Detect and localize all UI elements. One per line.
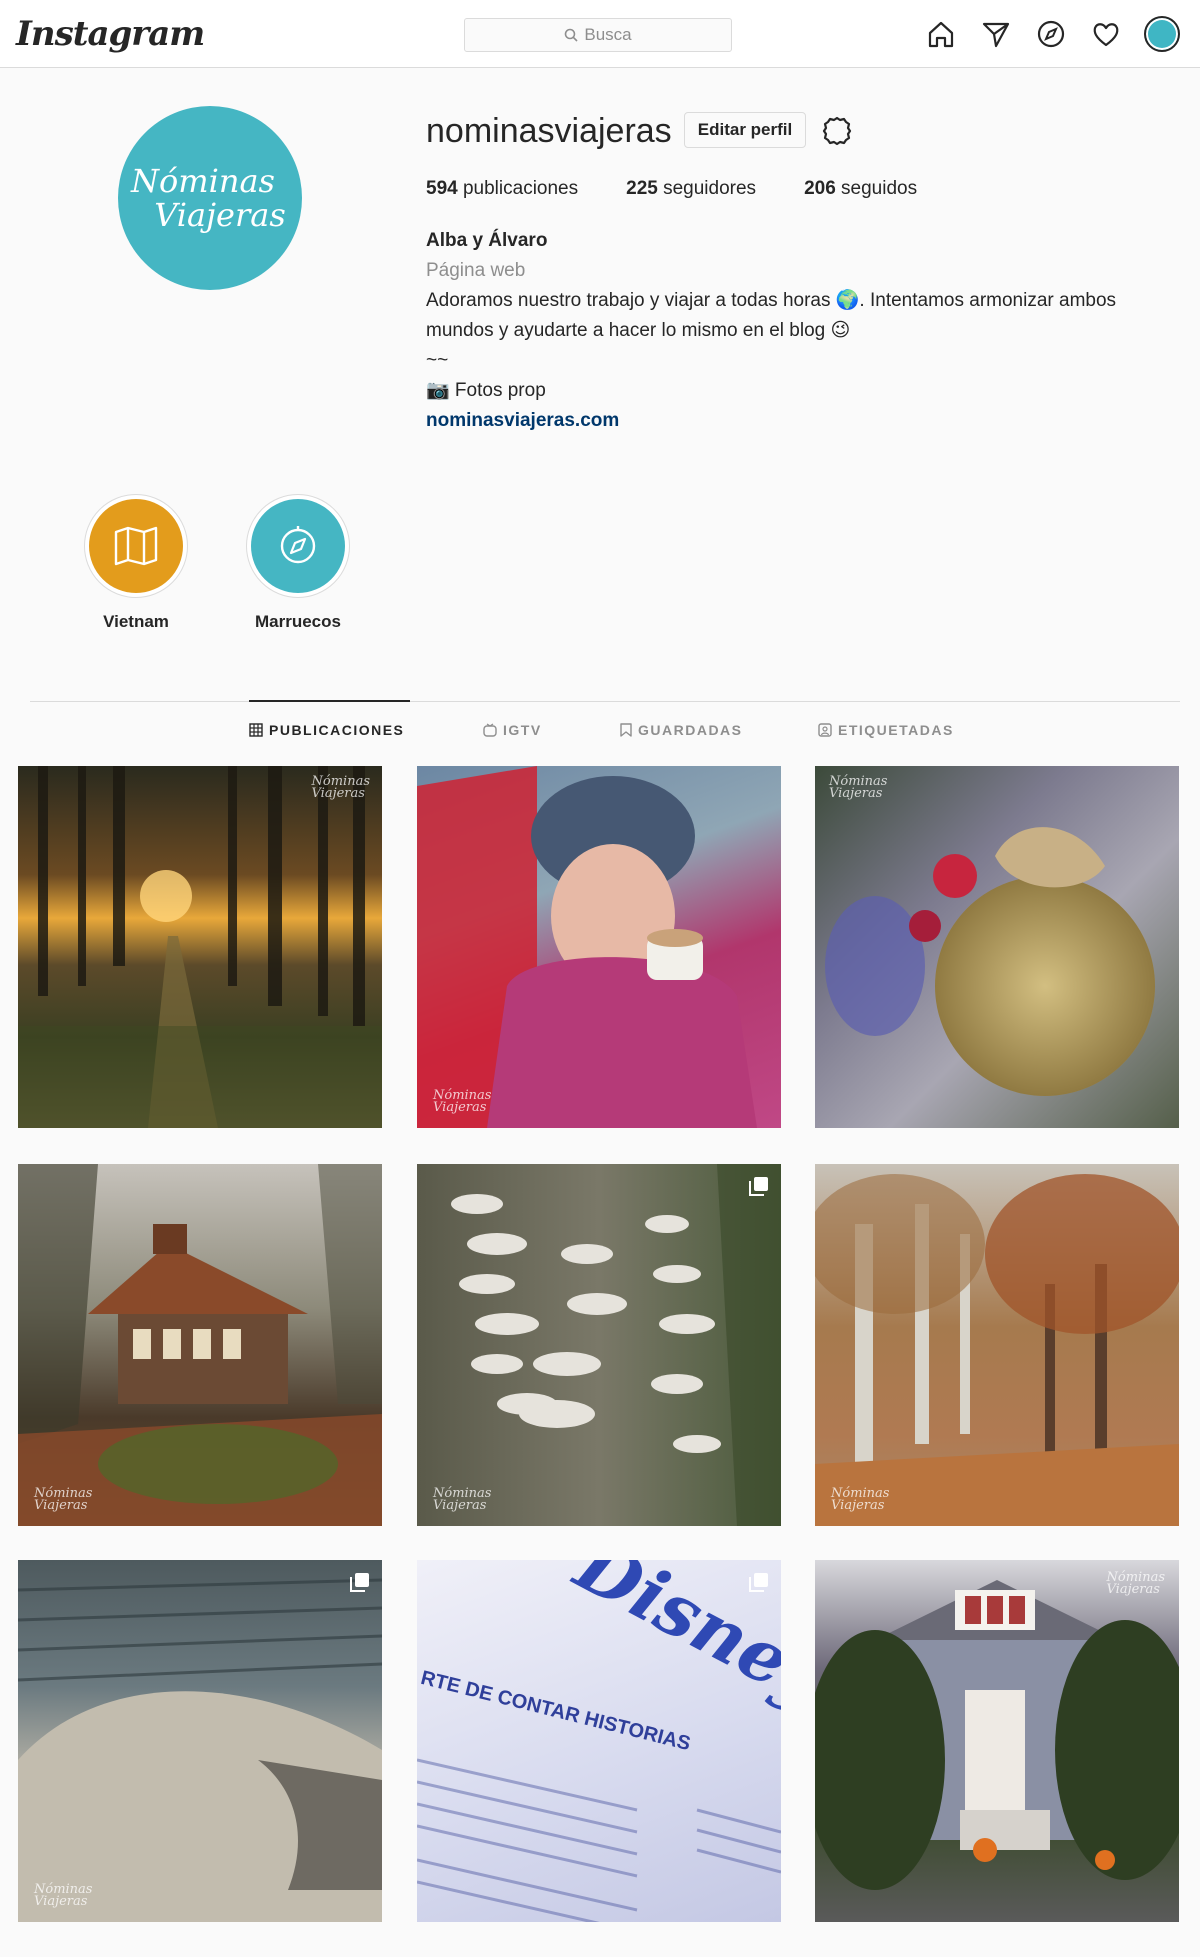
explore-icon[interactable] — [1034, 18, 1067, 51]
activity-heart-icon[interactable] — [1089, 18, 1122, 51]
tree-fungi-image — [451, 1164, 781, 1526]
post-watermark: Nóminas Viajeras — [1106, 1570, 1165, 1597]
top-navigation-bar: Instagram Busca — [0, 0, 1200, 68]
post-autumn-avenue[interactable]: Nóminas Viajeras — [815, 1164, 1179, 1526]
profile-bio: Alba y Álvaro Página web Adoramos nuestr… — [426, 226, 1166, 436]
halloween-house-image — [815, 1580, 1179, 1890]
igtv-icon — [483, 723, 497, 737]
instagram-logo[interactable]: Instagram — [16, 14, 205, 54]
posts-count[interactable]: 594 publicaciones — [426, 178, 578, 200]
stone-sculpture-image — [18, 1578, 382, 1922]
avatar-text-line-1: Nóminas — [131, 162, 275, 200]
post-watermark: Nóminas Viajeras — [831, 1486, 890, 1513]
profile-full-name: Alba y Álvaro — [426, 230, 548, 251]
highlight-cover — [251, 499, 345, 593]
post-watermark: Nóminas Viajeras — [311, 774, 370, 801]
multiple-photos-icon — [350, 1573, 369, 1592]
edit-profile-button[interactable]: Editar perfil — [684, 112, 806, 148]
tab-label: ETIQUETADAS — [838, 722, 954, 738]
profile-avatar[interactable]: Nóminas Viajeras — [118, 106, 302, 290]
map-icon — [114, 526, 158, 566]
post-tree-fungi[interactable]: Nóminas Viajeras — [417, 1164, 781, 1526]
bio-text: Adoramos nuestro trabajo y viajar a toda… — [426, 290, 1117, 341]
profile-category: Página web — [426, 260, 526, 281]
post-watermark: Nóminas Viajeras — [34, 1486, 93, 1513]
tabs-divider — [30, 701, 1180, 702]
compass-icon — [280, 526, 316, 564]
post-forest-sunset[interactable]: Nóminas Viajeras — [18, 766, 382, 1128]
search-icon — [565, 28, 578, 42]
garden-pavilion-image — [18, 1164, 382, 1526]
profile-stats: 594 publicaciones 225 seguidores 206 seg… — [426, 178, 965, 200]
tab-guardadas[interactable]: GUARDADAS — [620, 722, 743, 738]
bio-photos-note: 📷 Fotos prop — [426, 380, 546, 401]
tab-etiquetadas[interactable]: ETIQUETADAS — [818, 722, 954, 738]
highlight-label: Vietnam — [103, 612, 169, 631]
tab-label: PUBLICACIONES — [269, 722, 405, 738]
settings-gear-icon[interactable] — [820, 114, 854, 148]
following-count[interactable]: 206 seguidos — [804, 178, 917, 200]
avatar-text-line-2: Viajeras — [154, 196, 286, 234]
highlight-marruecos[interactable]: Marruecos — [243, 494, 353, 632]
direct-icon[interactable] — [979, 18, 1012, 51]
bio-separator: ~~ — [426, 350, 449, 371]
post-garden-pavilion[interactable]: Nóminas Viajeras — [18, 1164, 382, 1526]
autumn-avenue-image — [815, 1174, 1179, 1526]
home-icon[interactable] — [924, 18, 957, 51]
tab-publicaciones[interactable]: PUBLICACIONES — [249, 722, 404, 738]
post-watermark: Nóminas Viajeras — [433, 1486, 492, 1513]
grid-icon — [249, 723, 263, 737]
christmas-ornament-image — [825, 827, 1155, 1096]
multiple-photos-icon — [749, 1573, 768, 1592]
highlight-ring — [84, 494, 188, 598]
post-watermark: Nóminas Viajeras — [433, 1088, 492, 1115]
bookmark-icon — [620, 723, 632, 737]
search-input[interactable]: Busca — [464, 18, 732, 52]
profile-website-link[interactable]: nominasviajeras.com — [426, 406, 1166, 436]
tab-label: GUARDADAS — [638, 722, 743, 738]
tagged-icon — [818, 723, 832, 737]
post-watermark: Nóminas Viajeras — [829, 774, 888, 801]
post-woman-coffee[interactable]: Nóminas Viajeras — [417, 766, 781, 1128]
highlight-cover — [89, 499, 183, 593]
post-stone-sculpture[interactable]: Nóminas Viajeras — [18, 1560, 382, 1922]
highlight-vietnam[interactable]: Vietnam — [81, 494, 191, 632]
highlight-label: Marruecos — [255, 612, 341, 631]
forest-sunset-image — [18, 766, 382, 1128]
post-halloween-house[interactable]: Nóminas Viajeras — [815, 1560, 1179, 1922]
multiple-photos-icon — [749, 1177, 768, 1196]
search-placeholder: Busca — [584, 25, 632, 44]
active-tab-indicator — [249, 700, 410, 702]
profile-username: nominasviajeras — [426, 112, 672, 150]
profile-avatar-small[interactable] — [1144, 16, 1180, 52]
tab-igtv[interactable]: IGTV — [483, 722, 542, 738]
tab-label: IGTV — [503, 722, 542, 738]
profile-tabs: PUBLICACIONES IGTV GUARDADAS ETIQUETADAS — [0, 722, 1200, 748]
disney-exhibit-body-lines — [417, 1758, 781, 1922]
followers-count[interactable]: 225 seguidores — [626, 178, 756, 200]
post-disney-exhibit[interactable]: Disney RTE DE CONTAR HISTORIAS — [417, 1560, 781, 1922]
woman-coffee-image — [417, 766, 757, 1128]
post-watermark: Nóminas Viajeras — [34, 1882, 93, 1909]
highlight-ring — [246, 494, 350, 598]
post-christmas-ornament[interactable]: Nóminas Viajeras — [815, 766, 1179, 1128]
